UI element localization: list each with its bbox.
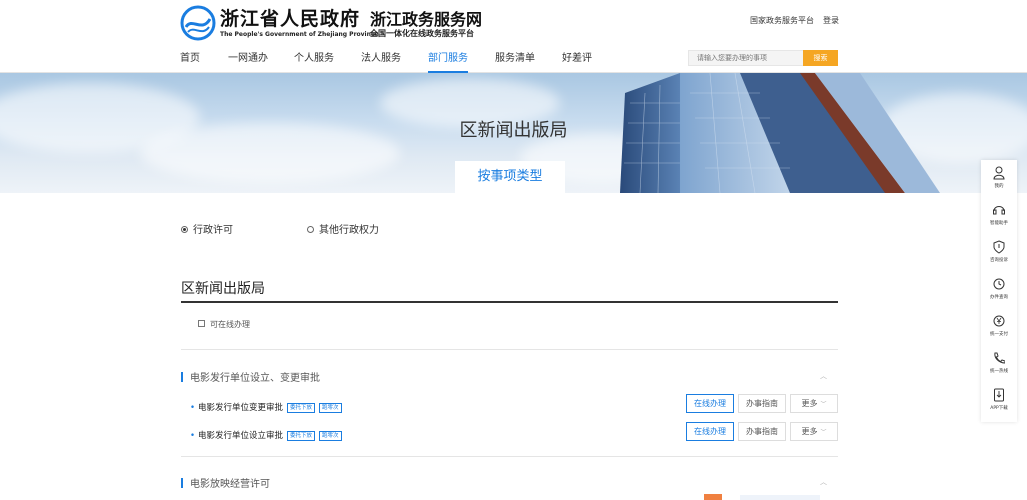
nav-item-department[interactable]: 部门服务	[428, 49, 468, 73]
sidebar-item-label: 咨询投诉	[990, 258, 1008, 263]
section-title: 区新闻出版局	[181, 281, 265, 297]
search-button[interactable]: 搜索	[803, 50, 838, 66]
guide-button[interactable]: 办事指南	[738, 422, 786, 441]
more-label: 更多	[801, 399, 818, 408]
radio-other-powers[interactable]: 其他行政权力	[307, 221, 379, 236]
sidebar-item-hotline[interactable]: 统一热线	[981, 345, 1017, 382]
bullet-icon: •	[190, 403, 196, 413]
radio-selected-icon	[181, 225, 188, 233]
chevron-up-icon[interactable]: ︿	[820, 371, 827, 381]
sidebar-item-label: 智能助手	[990, 221, 1008, 226]
tag-badge: 委托下放	[287, 403, 316, 413]
nav-item-rating[interactable]: 好差评	[562, 49, 592, 73]
online-only-checkbox[interactable]: 可在线办理	[198, 319, 250, 330]
list-item: • 电影发行单位设立审批 委托下放 跑零次	[190, 429, 342, 441]
partial-element	[740, 495, 820, 500]
sidebar-item-mine[interactable]: 我的	[981, 160, 1017, 197]
sidebar-item-label: 统一热线	[990, 369, 1008, 374]
headset-icon	[993, 206, 1005, 215]
item-name[interactable]: 电影发行单位设立审批	[198, 431, 283, 441]
guide-button[interactable]: 办事指南	[738, 394, 786, 413]
chevron-down-icon: ﹀	[820, 429, 827, 436]
online-apply-button[interactable]: 在线办理	[686, 394, 734, 413]
group-title[interactable]: 电影发行单位设立、变更审批	[181, 369, 320, 384]
tab-by-item-type[interactable]: 按事项类型	[455, 161, 565, 193]
divider	[181, 456, 838, 457]
site-header: 浙江省人民政府 The People's Government of Zheji…	[0, 0, 1027, 73]
more-label: 更多	[801, 427, 818, 436]
online-apply-button[interactable]: 在线办理	[686, 422, 734, 441]
divider	[181, 349, 838, 350]
sidebar-item-label: 统一支付	[990, 332, 1008, 337]
sidebar-item-label: APP下载	[990, 406, 1008, 411]
zhejiang-logo-icon[interactable]	[180, 5, 216, 41]
chevron-down-icon: ﹀	[820, 401, 827, 408]
department-banner: 区新闻出版局 按事项类型	[0, 73, 1027, 193]
radio-label: 其他行政权力	[319, 225, 379, 236]
radio-unselected-icon	[307, 225, 314, 233]
site-name: 浙江政务服务网	[370, 10, 483, 29]
sidebar-item-payment[interactable]: 统一支付	[981, 308, 1017, 345]
banner-title: 区新闻出版局	[459, 120, 568, 141]
section-divider	[181, 301, 838, 303]
search-input[interactable]	[688, 50, 804, 66]
nav-item-legal-person[interactable]: 法人服务	[361, 49, 401, 73]
yuan-icon	[993, 315, 1005, 327]
checkbox-icon	[198, 320, 205, 327]
history-icon	[993, 278, 1005, 290]
group-title[interactable]: 电影放映经营许可	[181, 475, 270, 490]
radio-administrative-license[interactable]: 行政许可	[181, 221, 233, 236]
national-platform-link[interactable]: 国家政务服务平台	[750, 15, 814, 26]
shield-icon	[993, 240, 1005, 254]
nav-item-home[interactable]: 首页	[180, 49, 200, 73]
tag-badge: 跑零次	[319, 431, 342, 441]
side-toolbar: 我的 智能助手 咨询投诉 办件查询 统一支付 统一热线 APP下载	[981, 160, 1017, 422]
login-link[interactable]: 登录	[823, 15, 839, 26]
tag-badge: 委托下放	[287, 431, 316, 441]
nav-item-service-list[interactable]: 服务清单	[495, 49, 535, 73]
user-icon	[993, 166, 1005, 180]
gov-title: 浙江省人民政府	[220, 8, 361, 30]
sidebar-item-app-download[interactable]: APP下载	[981, 382, 1017, 419]
bullet-icon: •	[190, 431, 196, 441]
more-dropdown[interactable]: 更多 ﹀	[790, 422, 838, 441]
more-dropdown[interactable]: 更多 ﹀	[790, 394, 838, 413]
sidebar-item-assistant[interactable]: 智能助手	[981, 197, 1017, 234]
checkbox-label: 可在线办理	[210, 320, 250, 329]
download-icon	[994, 388, 1004, 402]
partial-element	[704, 494, 722, 500]
sidebar-item-label: 办件查询	[990, 295, 1008, 300]
site-subtitle: 全国一体化在线政务服务平台	[370, 28, 474, 38]
chevron-up-icon[interactable]: ︿	[820, 477, 827, 487]
item-name[interactable]: 电影发行单位变更审批	[198, 403, 283, 413]
radio-label: 行政许可	[193, 225, 233, 236]
list-item: • 电影发行单位变更审批 委托下放 跑零次	[190, 401, 342, 413]
nav-item-one-stop[interactable]: 一网通办	[228, 49, 268, 73]
gov-title-en: The People's Government of Zhejiang Prov…	[220, 31, 379, 38]
nav-item-personal[interactable]: 个人服务	[294, 49, 334, 73]
sidebar-item-query[interactable]: 办件查询	[981, 271, 1017, 308]
sidebar-item-complaint[interactable]: 咨询投诉	[981, 234, 1017, 271]
tag-badge: 跑零次	[319, 403, 342, 413]
sidebar-item-label: 我的	[994, 184, 1004, 189]
phone-icon	[994, 352, 1005, 364]
